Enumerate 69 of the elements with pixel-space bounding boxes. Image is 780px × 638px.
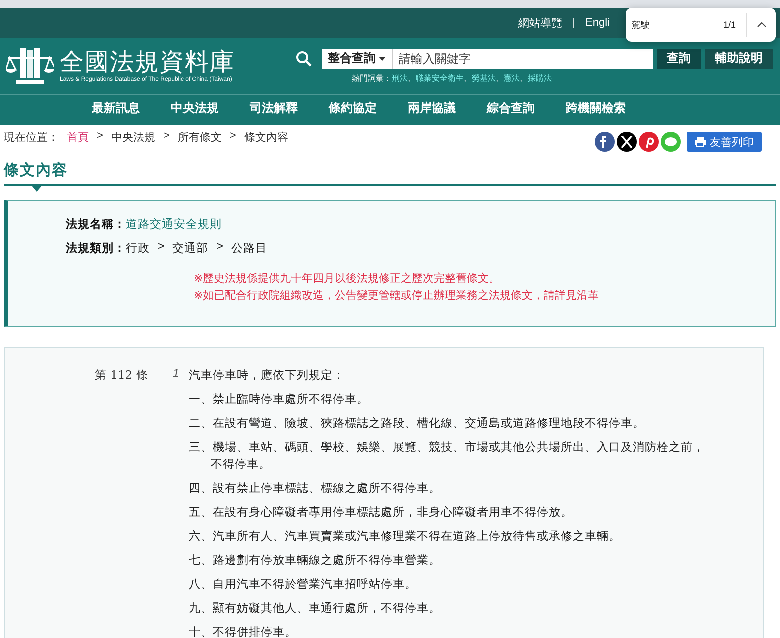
article-item: 八、自用汽車不得於營業汽車招呼站停車。 xyxy=(189,578,418,593)
article-item: 七、路邊劃有停放車輛線之處所不得停車營業。 xyxy=(189,553,442,569)
notice-text: ※歷史法規係提供九十年四月以後法規修正之歷次完整舊條文。 xyxy=(194,272,502,287)
nav-link[interactable]: 跨機關檢索 xyxy=(566,100,645,117)
article-item: 五、在設有身心障礙者專用停車標誌處所，非身心障礙者用車不得停放。 xyxy=(189,505,574,521)
article-item: 一、禁止臨時停車處所不得停車。 xyxy=(189,392,370,408)
match-count: 1/1 xyxy=(723,20,736,30)
search-button[interactable]: 查詢 xyxy=(657,48,701,68)
hot-term-link[interactable]: 職業安全衛生 xyxy=(416,72,464,84)
category-text: 行政 xyxy=(126,242,150,256)
hot-terms-label: 熱門詞彙： xyxy=(352,72,392,84)
print-button[interactable]: 友善列印 xyxy=(687,132,762,152)
category-text: 交通部 xyxy=(172,241,209,256)
hot-term-link[interactable]: 刑法 xyxy=(392,72,408,84)
breadcrumb-link[interactable]: 首頁 xyxy=(67,130,89,145)
list-separator: 、 xyxy=(520,72,528,84)
pinterest-icon xyxy=(643,136,655,148)
category-text: 公路目 xyxy=(231,242,268,256)
nav-link[interactable]: 最新訊息 xyxy=(92,100,171,117)
language-link[interactable]: Engli xyxy=(586,17,610,29)
hot-term-link[interactable]: 勞基法 xyxy=(472,72,496,84)
printer-icon xyxy=(695,137,706,147)
breadcrumb-link[interactable]: 所有條文 xyxy=(178,130,222,145)
help-button[interactable]: 輔助說明 xyxy=(705,48,773,68)
list-separator: 、 xyxy=(408,72,416,84)
field-label: 法規名稱： xyxy=(66,217,126,232)
article-item: 四、設有禁止停車標誌、標線之處所不得停車。 xyxy=(189,481,442,497)
article-item: 九、顯有妨礙其他人、車通行處所，不得停車。 xyxy=(189,602,442,617)
share-button[interactable] xyxy=(595,132,615,152)
article-intro: 汽車停車時，應依下列規定： xyxy=(189,368,346,384)
field-label: 法規類別： xyxy=(66,241,126,256)
search-field[interactable]: 請輸入關鍵字 xyxy=(393,48,653,68)
scale-logo-icon xyxy=(6,46,54,86)
article-number: 第 112 條 xyxy=(95,368,150,384)
nav-link[interactable]: 綜合查詢 xyxy=(487,100,566,117)
separator: | xyxy=(572,17,576,29)
nav-link[interactable]: 中央法規 xyxy=(171,100,250,117)
x-icon xyxy=(621,136,633,148)
breadcrumb-link[interactable]: 中央法規 xyxy=(111,130,156,145)
category-separator: > xyxy=(158,241,165,255)
list-separator: 、 xyxy=(464,72,472,84)
chevron-up-icon xyxy=(756,22,766,28)
nav-link[interactable]: 司法解釋 xyxy=(250,100,329,117)
breadcrumb-label: 現在位置： xyxy=(4,131,59,145)
notice-text: ※如已配合行政院組織改造，公告變更管轄或停止辦理業務之法規條文，請詳見沿革 xyxy=(194,288,600,304)
article-item: 二、在設有彎道、險坡、狹路標誌之路段、槽化線、交通島或道路修理地段不得停車。 xyxy=(189,416,646,432)
list-separator: 、 xyxy=(496,72,504,84)
regulation-name-link[interactable]: 道路交通安全規則 xyxy=(126,217,222,232)
hot-term-link[interactable]: 憲法 xyxy=(504,72,520,84)
search-icon xyxy=(296,51,312,67)
breadcrumb-separator: > xyxy=(97,130,104,142)
caret-icon xyxy=(379,56,386,60)
nav-link[interactable]: 兩岸協議 xyxy=(408,100,487,117)
sitemap-link[interactable]: 網站導覽 xyxy=(518,16,563,30)
hot-term-link[interactable]: 採購法 xyxy=(528,72,552,84)
logo-title: 全國法規資料庫 xyxy=(60,49,235,76)
nav-link[interactable]: 條約協定 xyxy=(329,100,408,117)
search-scope-dropdown[interactable]: 整合查詢 xyxy=(322,48,393,68)
article-item: 十、不得併排停車。 xyxy=(189,626,298,638)
breadcrumb-link[interactable]: 條文內容 xyxy=(244,130,288,145)
category-separator: > xyxy=(216,241,224,255)
breadcrumb-separator: > xyxy=(163,130,170,142)
breadcrumb-separator: > xyxy=(230,130,236,142)
section-title: 條文內容 xyxy=(4,161,69,181)
article-item: 六、汽車所有人、汽車買賣業或汽車修理業不得在道路上停放待售或承修之車輛。 xyxy=(189,529,622,545)
article-item: 三、機場、車站、碼頭、學校、娛樂、展覽、競技、市場或其他公共場所出、入口及消防栓之前，不得停車。 xyxy=(189,440,706,473)
find-query[interactable]: 駕駛 xyxy=(632,18,724,32)
share-button[interactable] xyxy=(617,132,637,152)
paragraph-number: 1 xyxy=(172,368,180,382)
